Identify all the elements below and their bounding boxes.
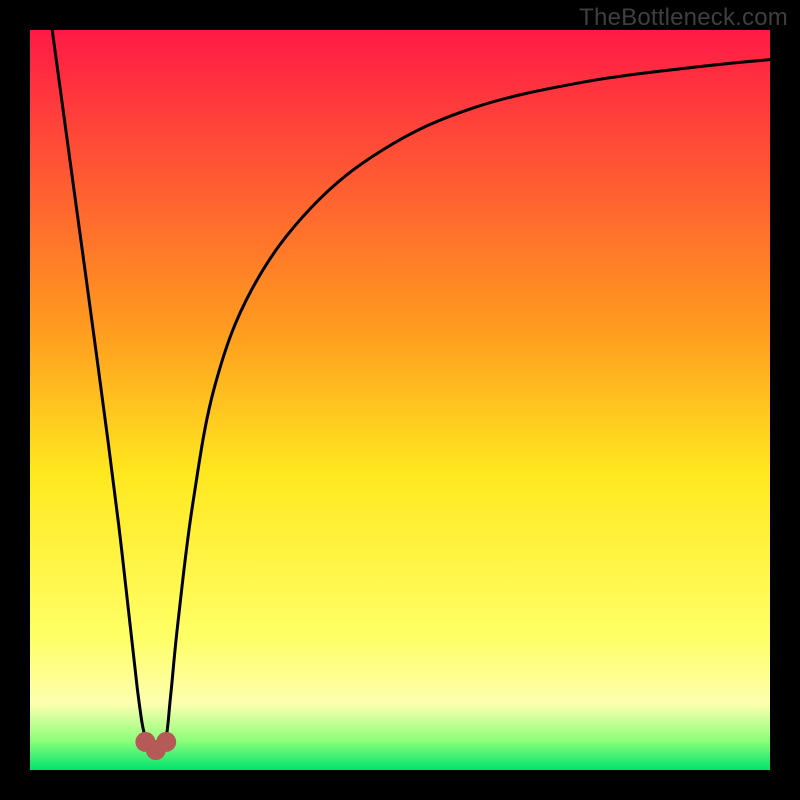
plot-area [30,30,770,770]
plot-svg [30,30,770,770]
chart-frame: TheBottleneck.com [0,0,800,800]
marker-min-right [156,732,176,752]
watermark-text: TheBottleneck.com [579,4,788,32]
